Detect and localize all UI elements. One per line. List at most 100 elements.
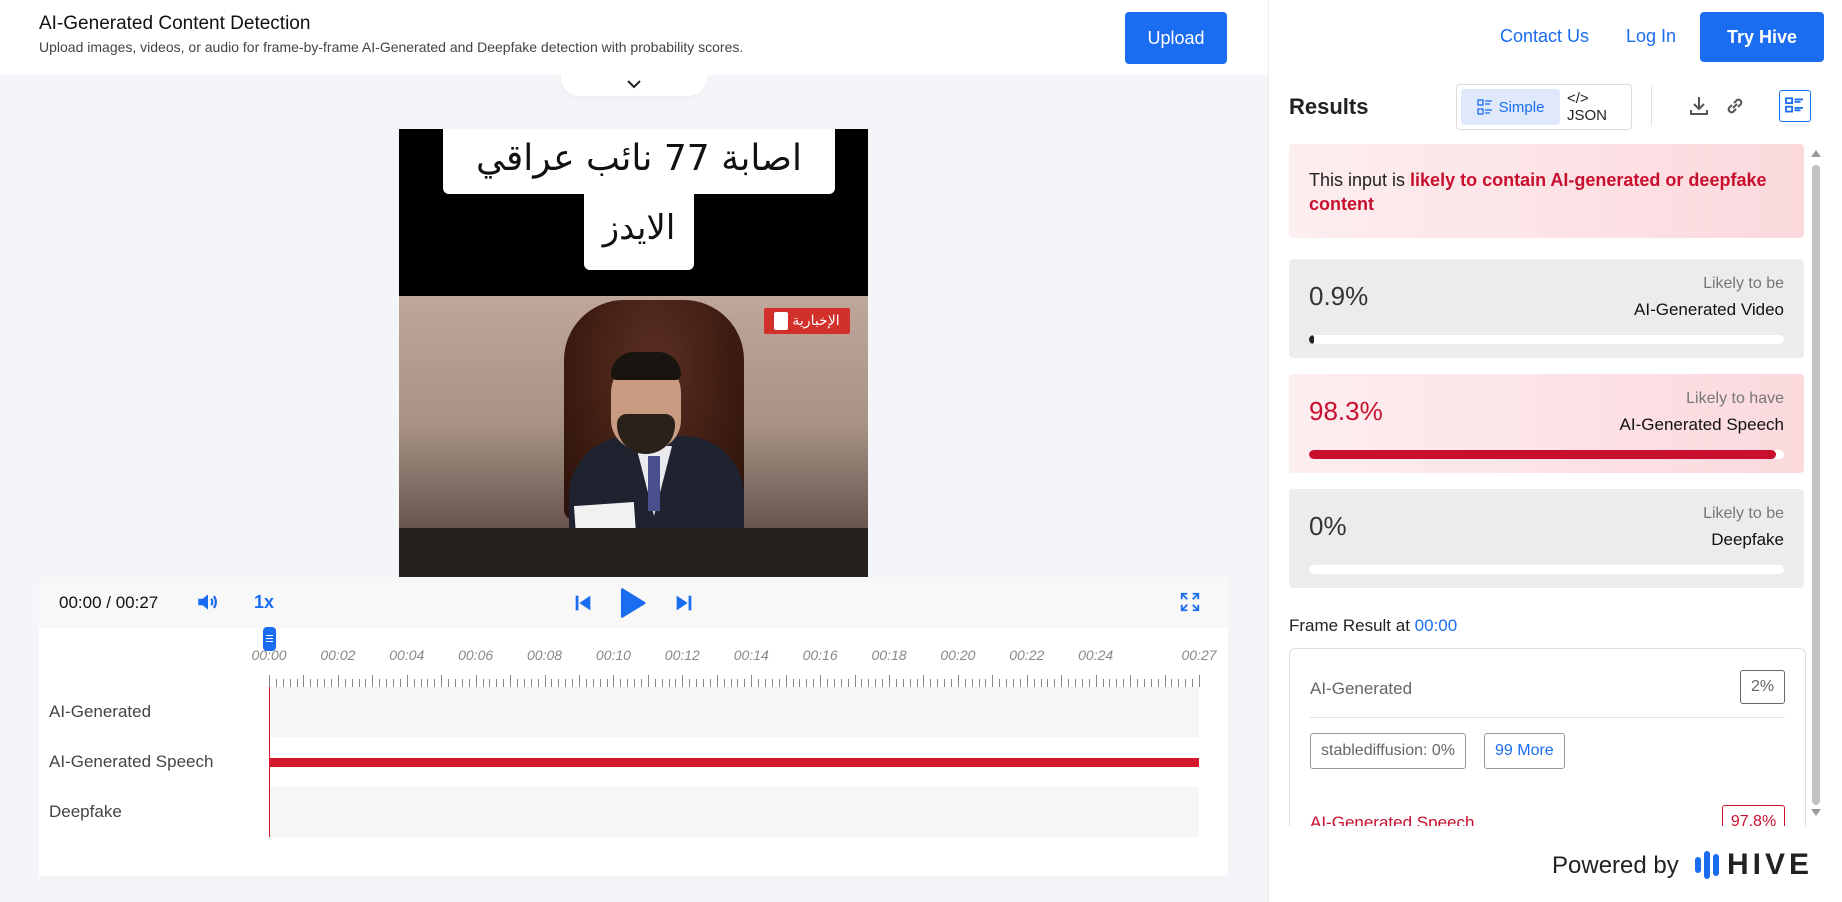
timeline-tick xyxy=(530,679,532,687)
timeline-tick xyxy=(1047,679,1049,687)
contact-us-link[interactable]: Contact Us xyxy=(1500,26,1589,47)
timeline-tick xyxy=(517,679,518,687)
timeline-tick xyxy=(379,679,381,687)
timeline-tick xyxy=(420,679,422,687)
timeline-tick xyxy=(1054,679,1056,687)
view-json-button[interactable]: </> JSON xyxy=(1567,89,1629,125)
timeline-tick-label: 00:20 xyxy=(940,647,976,663)
timeline-tick xyxy=(992,675,994,687)
playback-speed[interactable]: 1x xyxy=(254,592,274,613)
scroll-up-icon[interactable] xyxy=(1810,148,1822,158)
timeline-tick-label: 00:08 xyxy=(527,647,563,663)
timeline-tick xyxy=(627,679,629,687)
timeline-tick xyxy=(813,679,815,687)
timeline-tick xyxy=(537,679,539,687)
link-icon[interactable] xyxy=(1723,94,1747,118)
timeline-tick xyxy=(696,679,698,687)
timeline-tick xyxy=(351,679,353,687)
timeline-tick xyxy=(889,675,890,687)
timeline-tick xyxy=(833,679,835,687)
more-models-button[interactable]: 99 More xyxy=(1484,733,1565,769)
timeline-tick xyxy=(289,679,291,687)
timeline-tick xyxy=(937,679,939,687)
timeline-ruler[interactable] xyxy=(269,675,1200,687)
timeline-tick xyxy=(1116,679,1118,687)
timeline-tick xyxy=(840,679,842,687)
timeline-tick xyxy=(1143,679,1145,687)
timeline-tick xyxy=(682,675,684,687)
model-chip: stablediffusion: 0% xyxy=(1310,733,1467,769)
verdict-alert: This input is likely to contain AI-gener… xyxy=(1289,144,1804,238)
timeline-tick xyxy=(902,679,904,687)
timeline-tick xyxy=(475,675,477,687)
timeline-tick xyxy=(641,679,642,687)
timeline-tick xyxy=(317,679,319,687)
score-bar-fill xyxy=(1309,335,1314,344)
frame-class-label-speech: AI-Generated Speech xyxy=(1310,813,1475,826)
skip-back-icon[interactable] xyxy=(572,592,594,614)
score-caption: Likely to be xyxy=(1703,505,1784,522)
score-category: Deepfake xyxy=(1711,530,1784,549)
results-title: Results xyxy=(1289,94,1369,119)
score-category: AI-Generated Video xyxy=(1634,300,1784,319)
download-icon[interactable] xyxy=(1687,94,1711,118)
timeline-tick xyxy=(751,675,753,687)
timeline-tick xyxy=(613,675,615,687)
frame-result-panel: AI-Generated 2% stablediffusion: 0% 99 M… xyxy=(1289,648,1806,826)
frame-result-time[interactable]: 00:00 xyxy=(1415,616,1458,635)
upload-button[interactable]: Upload xyxy=(1125,12,1227,64)
divider xyxy=(1310,717,1785,718)
log-in-link[interactable]: Log In xyxy=(1626,26,1676,47)
timeline-tick xyxy=(882,679,884,687)
scroll-down-icon[interactable] xyxy=(1810,808,1822,818)
frame-class-label: AI-Generated xyxy=(1310,679,1413,698)
collapse-toggle[interactable] xyxy=(561,72,707,96)
timeline-tick-labels: 00:00 00:02 00:04 00:06 00:08 00:10 00:12 00:14… xyxy=(251,639,1229,669)
volume-icon[interactable] xyxy=(195,589,221,615)
view-simple-button[interactable]: Simple xyxy=(1461,89,1560,125)
timeline-tick xyxy=(647,675,649,687)
timeline-tick xyxy=(999,679,1001,687)
score-percent: 0.9% xyxy=(1309,281,1369,311)
timeline-tick xyxy=(1006,679,1008,687)
score-percent: 0% xyxy=(1309,511,1347,541)
try-hive-button[interactable]: Try Hive xyxy=(1700,12,1824,62)
timeline-tick xyxy=(1178,679,1180,687)
timeline-tick xyxy=(551,679,553,687)
playhead-line xyxy=(269,687,270,837)
timeline-tick xyxy=(854,675,856,687)
track-area[interactable] xyxy=(269,737,1199,787)
timeline-tick xyxy=(427,679,429,687)
timeline-tick xyxy=(579,675,580,687)
hive-brand-name: HIVE xyxy=(1727,848,1814,881)
timeline-tick xyxy=(344,679,346,687)
timeline-tick xyxy=(654,679,656,687)
timeline-tick xyxy=(303,675,305,687)
top-bar: AI-Generated Content Detection Upload im… xyxy=(0,0,1268,75)
skip-forward-icon[interactable] xyxy=(673,592,695,614)
track-area[interactable] xyxy=(269,687,1199,737)
timeline-tick xyxy=(1040,679,1042,687)
timeline-tick xyxy=(496,679,498,687)
playhead-handle[interactable] xyxy=(263,627,276,651)
track-label: AI-Generated xyxy=(49,702,152,721)
timeline-tick xyxy=(413,679,415,687)
video-frame-scene xyxy=(399,296,868,577)
timeline-tick xyxy=(744,679,746,687)
timeline-tick xyxy=(461,679,463,687)
results-scrollbar[interactable] xyxy=(1812,165,1820,805)
track-deepfake: Deepfake xyxy=(39,787,1199,837)
layout-toggle-button[interactable] xyxy=(1779,90,1811,122)
fullscreen-icon[interactable] xyxy=(1179,591,1201,613)
track-area[interactable] xyxy=(269,787,1199,837)
timeline-tick xyxy=(558,679,560,687)
timeline-tick xyxy=(282,679,284,687)
timeline-tick xyxy=(716,675,718,687)
track-label: Deepfake xyxy=(49,802,122,821)
details-icon xyxy=(1785,97,1803,113)
play-icon[interactable] xyxy=(617,587,647,619)
verdict-text: This input is likely to contain AI-gener… xyxy=(1309,168,1779,216)
person-hair-shape xyxy=(611,352,681,380)
video-player: 00:00 / 00:27 1x 00:00 00:02 00:04 00:06 00:… xyxy=(39,577,1228,876)
score-card-ai-speech: 98.3% Likely to have AI-Generated Speech xyxy=(1289,374,1804,473)
